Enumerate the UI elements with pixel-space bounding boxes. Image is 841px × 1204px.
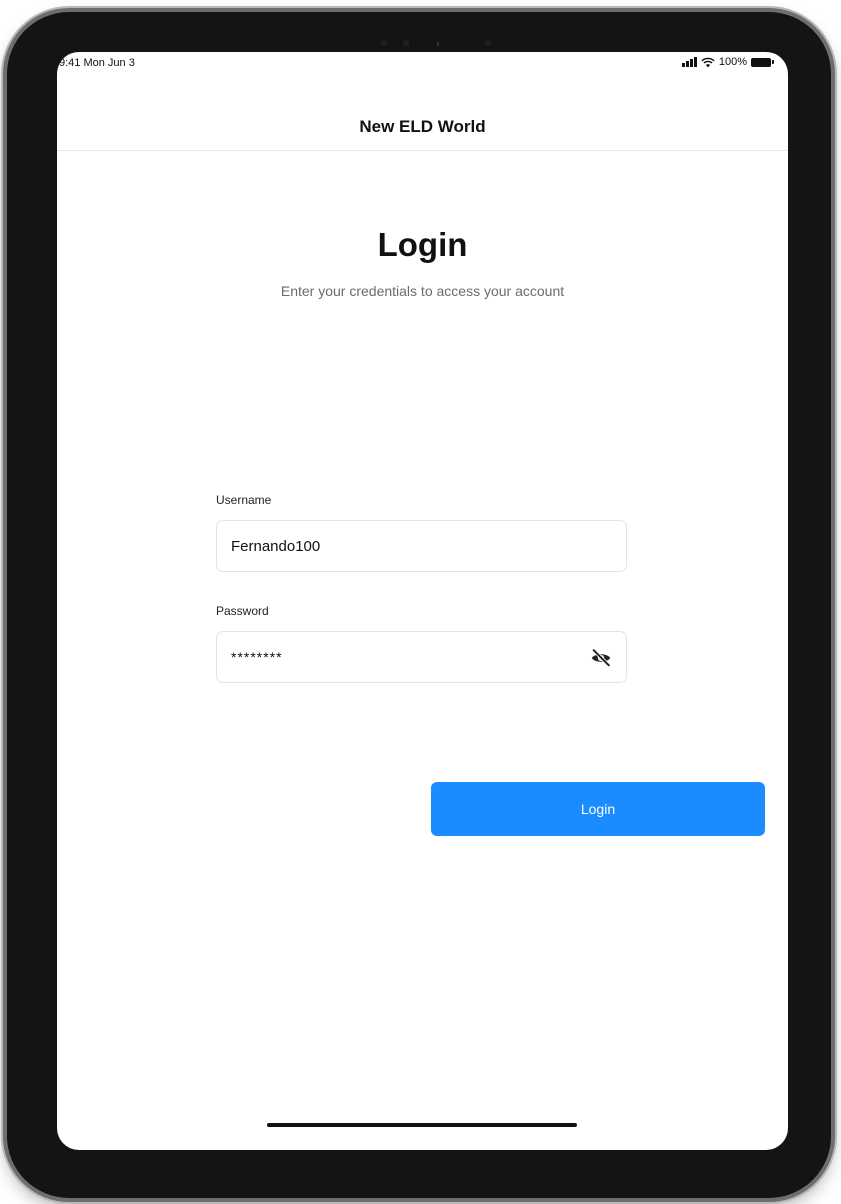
password-input[interactable]	[231, 632, 571, 682]
navigation-bar: New ELD World	[57, 102, 788, 151]
camera-lens	[483, 38, 493, 48]
app-title: New ELD World	[359, 117, 486, 136]
status-indicators: 100%	[681, 56, 774, 68]
page: 9:41 Mon Jun 3 100% New ELD World Login	[0, 0, 841, 1204]
wifi-icon	[701, 57, 715, 67]
home-indicator[interactable]	[267, 1123, 577, 1127]
password-field-container	[216, 631, 627, 683]
eye-off-icon[interactable]	[590, 647, 612, 669]
battery-icon	[751, 57, 774, 67]
screen: 9:41 Mon Jun 3 100% New ELD World Login	[57, 52, 788, 1150]
login-button[interactable]: Login	[431, 782, 765, 836]
sensor-dot	[401, 38, 411, 48]
status-bar: 9:41 Mon Jun 3 100%	[57, 52, 788, 74]
username-input[interactable]	[231, 521, 571, 571]
microphone	[437, 42, 439, 46]
sensor-dot	[379, 38, 389, 48]
status-time: 9:41 Mon Jun 3	[59, 57, 135, 69]
login-heading: Login	[377, 226, 468, 263]
cellular-signal-icon	[681, 57, 697, 67]
username-label: Username	[216, 493, 272, 507]
battery-percent: 100%	[718, 56, 747, 68]
username-field-container	[216, 520, 627, 572]
login-subheading: Enter your credentials to access your ac…	[280, 283, 565, 299]
front-camera	[371, 30, 501, 52]
password-label: Password	[216, 604, 269, 618]
